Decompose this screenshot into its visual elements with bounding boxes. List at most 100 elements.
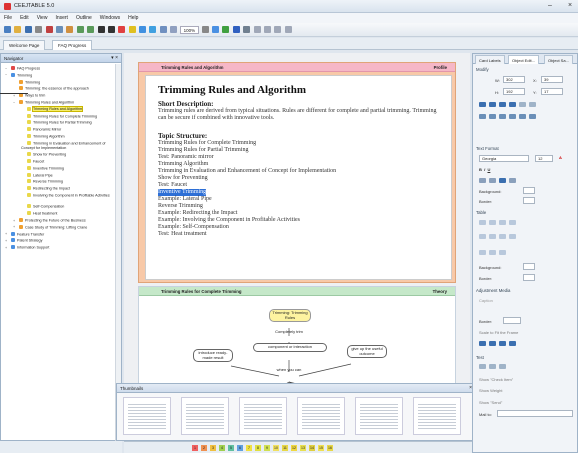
structure-item[interactable]: Trimming Algorithm <box>158 161 208 168</box>
tree-item-selected[interactable]: Trimming Rules and Algorithm <box>21 106 113 113</box>
concept-node-when[interactable]: when you can <box>267 367 311 374</box>
page-thumbnail[interactable] <box>239 397 287 435</box>
tree-item[interactable]: Heat treatment <box>21 211 113 216</box>
scale-checkbox[interactable]: Scale to Fit the Frame <box>479 330 518 335</box>
tree-item[interactable]: Panoramic Mirror <box>21 127 113 132</box>
structure-item[interactable]: Reverse Trimming <box>158 203 203 210</box>
tree-item[interactable]: − Trimming <box>5 72 113 78</box>
structure-item[interactable]: Test: Panoramic mirror <box>158 154 214 161</box>
mail-to-input[interactable] <box>497 410 573 417</box>
copy-icon[interactable] <box>55 26 63 33</box>
structure-item[interactable]: Trimming in Evaluation and Enhancement o… <box>158 168 336 175</box>
page-button[interactable]: 13 <box>300 445 306 451</box>
undo-icon[interactable] <box>76 26 84 33</box>
list-icons-row[interactable] <box>479 178 519 184</box>
menu-file[interactable]: File <box>0 13 16 21</box>
structure-item[interactable]: Example: Redirecting the Impact <box>158 210 237 217</box>
structure-item[interactable]: Example: Lateral Pipe <box>158 196 212 203</box>
tree-item[interactable]: Trimming <box>13 79 113 85</box>
background-swatch[interactable] <box>523 187 535 194</box>
navigator-hscroll[interactable] <box>0 441 122 453</box>
concept-node-from[interactable]: Completely trim <box>265 329 313 336</box>
page-thumbnail[interactable] <box>297 397 345 435</box>
media-icons-row[interactable] <box>479 341 519 347</box>
page-button[interactable]: 10 <box>273 445 279 451</box>
print-icon[interactable] <box>35 26 43 33</box>
border-swatch-2[interactable] <box>523 274 535 281</box>
structure-item[interactable]: Test: Faucet <box>158 182 187 189</box>
page-button[interactable]: 14 <box>309 445 315 451</box>
concept-node-ready-made[interactable]: introduce ready-made result <box>193 349 233 363</box>
table-icons-row-3[interactable] <box>479 250 509 256</box>
structure-item[interactable]: Example: Self-Compensation <box>158 224 229 231</box>
tree-item[interactable]: Show for Preventing <box>21 152 113 157</box>
tool2-icon[interactable] <box>263 26 271 33</box>
menu-insert[interactable]: Insert <box>51 13 72 21</box>
tree-item[interactable]: Self-Compensation <box>21 204 113 209</box>
h-field[interactable]: 192 <box>503 88 525 95</box>
tree-item[interactable]: Inventive Trimming <box>21 165 113 171</box>
menu-outline[interactable]: Outline <box>72 13 96 21</box>
zoom-out-icon[interactable] <box>201 26 209 33</box>
tree-item[interactable]: Reverse Trimming <box>21 179 113 184</box>
topic-card-profile[interactable]: Trimming Rules and Algorithm Profile Tri… <box>138 62 456 283</box>
tree-item[interactable]: − FAQ Progress <box>5 66 113 71</box>
concept-root-node[interactable]: Trimming: Trimming Rules <box>269 309 311 323</box>
page-button[interactable]: 8 <box>255 445 261 451</box>
close-icon[interactable]: × <box>568 2 572 9</box>
page-button[interactable]: 5 <box>228 445 234 451</box>
text-frame[interactable]: Trimming Rules and Algorithm Short Descr… <box>145 75 452 280</box>
tab-object-edit[interactable]: Object Edit... <box>508 55 539 64</box>
align-icons-row[interactable] <box>479 102 539 108</box>
structure-item[interactable]: Show for Preventing <box>158 175 208 182</box>
page-button[interactable]: 6 <box>237 445 243 451</box>
y-field[interactable]: 17 <box>541 88 563 95</box>
layout-grid-icon[interactable] <box>149 26 157 33</box>
border-swatch[interactable] <box>523 197 535 204</box>
font-select[interactable]: Georgia <box>479 155 529 162</box>
tool4-icon[interactable] <box>284 26 292 33</box>
tree-item[interactable]: + Feature Transfer <box>5 231 113 237</box>
page-button[interactable]: 9 <box>264 445 270 451</box>
tab-welcome[interactable]: Welcome Page <box>3 40 46 50</box>
link-icon[interactable] <box>222 26 230 33</box>
page-button[interactable]: 7 <box>246 445 252 451</box>
cut-icon[interactable] <box>45 26 53 33</box>
page-button[interactable]: 1 <box>192 445 198 451</box>
menu-edit[interactable]: Edit <box>16 13 33 21</box>
tab-object-sa[interactable]: Object Sa... <box>544 55 573 64</box>
page-button[interactable]: 12 <box>291 445 297 451</box>
bold-icon[interactable]: B I U <box>479 167 490 172</box>
page-thumbnail[interactable] <box>181 397 229 435</box>
w-field[interactable]: 302 <box>503 76 525 83</box>
tree-item[interactable]: + Protecting the Future of the Business <box>13 218 113 223</box>
table-icons-row[interactable] <box>479 220 519 226</box>
background-swatch-2[interactable] <box>523 263 535 270</box>
forward-icon[interactable] <box>107 26 115 33</box>
tree-item[interactable]: Trimming Rules for Partial Trimming <box>21 120 113 125</box>
page-thumbnail[interactable] <box>123 397 171 435</box>
table-icons-row-2[interactable] <box>479 234 519 240</box>
panel-close-icon[interactable]: ▾ × <box>111 55 118 61</box>
distribute-icons-row[interactable] <box>479 114 539 120</box>
tab-faq-progress[interactable]: FAQ Progress <box>52 40 93 50</box>
tree-item[interactable]: Trimming in Evaluation and Enhancement o… <box>21 140 113 150</box>
check-item-checkbox[interactable]: Show "Check Item" <box>479 377 513 382</box>
layout-blue-icon[interactable] <box>139 26 147 33</box>
page-button[interactable]: 16 <box>327 445 333 451</box>
save-icon[interactable] <box>24 26 32 33</box>
structure-item[interactable]: Trimming Rules for Partial Trimming <box>158 147 248 154</box>
structure-item[interactable]: Test: Heat treatment <box>158 231 207 238</box>
page-button[interactable]: 2 <box>201 445 207 451</box>
tree-item[interactable]: Redirecting the Impact <box>21 186 113 191</box>
tree-item[interactable]: Trimming Algorithm <box>21 134 113 139</box>
minimize-icon[interactable]: – <box>548 2 552 9</box>
back-icon[interactable] <box>97 26 105 33</box>
page-button[interactable]: 11 <box>282 445 288 451</box>
zoom-select[interactable]: 100% <box>179 26 200 34</box>
page-thumbnail[interactable] <box>413 397 461 435</box>
concept-node-give-up[interactable]: give up the useful outcome <box>347 345 387 359</box>
paste-icon[interactable] <box>66 26 74 33</box>
page-button[interactable]: 15 <box>318 445 324 451</box>
tree-item[interactable]: + Case Study of Trimming: Lifting Crane <box>13 224 113 230</box>
